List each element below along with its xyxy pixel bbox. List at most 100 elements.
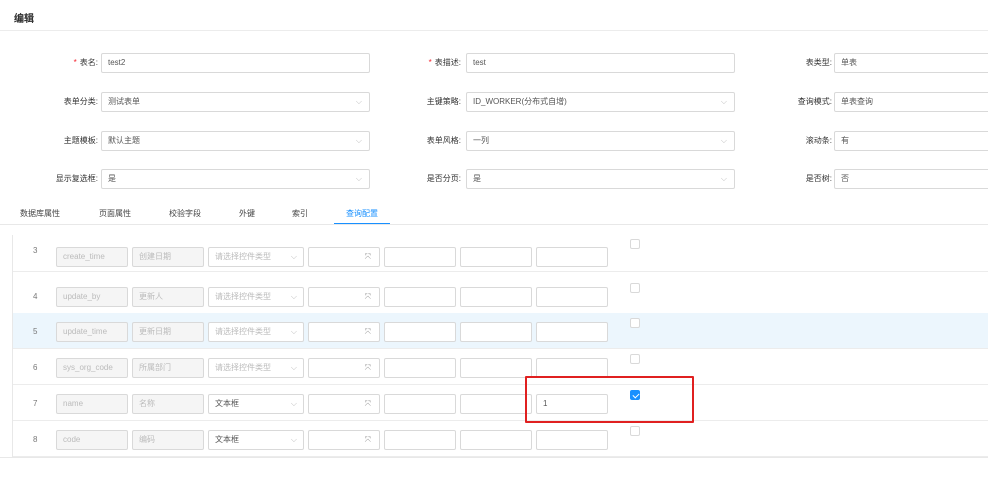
default-value-input[interactable] [536, 358, 608, 378]
expand-icon[interactable]: ⤧ [365, 288, 371, 306]
tab-5[interactable]: 查询配置 [346, 208, 378, 219]
table-name-input[interactable]: test2 [101, 53, 370, 73]
default-value-input[interactable] [536, 322, 608, 342]
chevron-down-icon: ⌵ [290, 327, 297, 336]
expand-icon[interactable]: ⤧ [365, 395, 371, 413]
form-style-label-text: 表单风格: [426, 136, 461, 145]
pk-strategy-select[interactable]: ID_WORKER(分布式自增) ⌵ [466, 92, 735, 112]
form-row: 表单分类: 测试表单 ⌵ 主键策略: ID_WORKER(分布式自增) ⌵ 查询模式: 单表查… [0, 92, 988, 112]
pk-strategy-label: 主键策略: [341, 92, 461, 112]
is-tree-input[interactable]: 否 [834, 169, 988, 189]
enabled-checkbox[interactable] [630, 239, 640, 249]
tab-3[interactable]: 外键 [239, 208, 255, 219]
scrollbar-label-text: 滚动条: [805, 136, 832, 145]
control-type-select[interactable]: 请选择控件类型 ⌵ [208, 322, 304, 342]
dict-text-input[interactable] [460, 358, 532, 378]
query-mode-label-text: 查询模式: [797, 97, 832, 106]
control-type-select[interactable]: 请选择控件类型 ⌵ [208, 358, 304, 378]
enabled-checkbox[interactable] [630, 426, 640, 436]
dict-code-input[interactable] [384, 430, 456, 450]
control-type-select[interactable]: 文本框 ⌵ [208, 394, 304, 414]
control-type-value: 请选择控件类型 [215, 292, 271, 301]
control-type-select[interactable]: 请选择控件类型 ⌵ [208, 247, 304, 267]
is-tree-label: 是否树: [712, 169, 832, 189]
table-type-value: 单表 [841, 58, 857, 67]
control-type-select[interactable]: 请选择控件类型 ⌵ [208, 287, 304, 307]
dict-code-input[interactable] [384, 322, 456, 342]
dict-table-input[interactable]: ⤧ [308, 394, 380, 414]
dict-text-input[interactable] [460, 322, 532, 342]
field-comment-input: 编码 [132, 430, 204, 450]
form-style-select[interactable]: 一列 ⌵ [466, 131, 735, 151]
field-comment-value: 更新日期 [139, 327, 171, 336]
control-type-value: 请选择控件类型 [215, 363, 271, 372]
table-row: 4 update_by 更新人 请选择控件类型 ⌵ ⤧ [13, 278, 988, 314]
dict-text-input[interactable] [460, 287, 532, 307]
dict-text-input[interactable] [460, 430, 532, 450]
row-number: 6 [33, 363, 38, 372]
control-type-select[interactable]: 文本框 ⌵ [208, 430, 304, 450]
field-name-value: sys_org_code [63, 363, 113, 372]
scrollbar-value: 有 [841, 136, 849, 145]
tab-0[interactable]: 数据库属性 [20, 208, 60, 219]
theme-template-select[interactable]: 默认主题 ⌵ [101, 131, 370, 151]
annotation-highlight-box [525, 376, 694, 423]
chevron-down-icon: ⌵ [290, 252, 297, 261]
required-mark: * [73, 58, 77, 67]
theme-template-label-text: 主题模板: [63, 136, 98, 145]
dict-table-input[interactable]: ⤧ [308, 358, 380, 378]
default-value-input[interactable] [536, 287, 608, 307]
expand-icon[interactable]: ⤧ [365, 359, 371, 377]
dict-code-input[interactable] [384, 394, 456, 414]
field-comment-input: 更新日期 [132, 322, 204, 342]
expand-icon[interactable]: ⤧ [365, 323, 371, 341]
tab-1[interactable]: 页面属性 [99, 208, 131, 219]
table-type-input[interactable]: 单表 [834, 53, 988, 73]
row-number: 5 [33, 327, 38, 336]
table-row: 3 create_time 创建日期 请选择控件类型 ⌵ ⤧ [13, 239, 988, 272]
form-category-select[interactable]: 测试表单 ⌵ [101, 92, 370, 112]
query-mode-label: 查询模式: [712, 92, 832, 112]
control-type-value: 请选择控件类型 [215, 327, 271, 336]
dict-table-input[interactable]: ⤧ [308, 287, 380, 307]
table-desc-value: test [473, 58, 486, 67]
theme-template-value: 默认主题 [108, 136, 140, 145]
show-checkbox-label-text: 显示复选框: [55, 174, 98, 183]
form-category-value: 测试表单 [108, 97, 140, 106]
field-name-input: update_by [56, 287, 128, 307]
query-config-grid: #字段名称字段备注控件类型字典Table字典Code字典Text默认值是否启用 … [12, 235, 988, 457]
table-name-value: test2 [108, 58, 126, 67]
dict-table-input[interactable]: ⤧ [308, 322, 380, 342]
default-value-input[interactable] [536, 247, 608, 267]
dict-text-input[interactable] [460, 247, 532, 267]
dict-code-input[interactable] [384, 358, 456, 378]
enabled-checkbox[interactable] [630, 354, 640, 364]
field-name-value: code [63, 435, 81, 444]
tab-4[interactable]: 索引 [292, 208, 308, 219]
show-checkbox-select[interactable]: 是 ⌵ [101, 169, 370, 189]
default-value-input[interactable] [536, 430, 608, 450]
dict-table-input[interactable]: ⤧ [308, 430, 380, 450]
dict-text-input[interactable] [460, 394, 532, 414]
chevron-down-icon: ⌵ [290, 435, 297, 444]
table-row: 7 name 名称 文本框 ⌵ ⤧ 1 [13, 385, 988, 421]
row-number: 7 [33, 399, 38, 408]
scrollbar-input[interactable]: 有 [834, 131, 988, 151]
tab-2[interactable]: 校验字段 [169, 208, 201, 219]
dict-code-input[interactable] [384, 247, 456, 267]
table-desc-input[interactable]: test [466, 53, 735, 73]
dict-code-input[interactable] [384, 287, 456, 307]
query-mode-input[interactable]: 单表查询 [834, 92, 988, 112]
field-comment-input: 更新人 [132, 287, 204, 307]
field-name-value: create_time [63, 252, 105, 261]
expand-icon[interactable]: ⤧ [365, 431, 371, 449]
enabled-checkbox[interactable] [630, 318, 640, 328]
show-checkbox-label: 显示复选框: [0, 169, 98, 189]
chevron-down-icon: ⌵ [290, 363, 297, 372]
enabled-checkbox[interactable] [630, 283, 640, 293]
dict-table-input[interactable]: ⤧ [308, 247, 380, 267]
expand-icon[interactable]: ⤧ [365, 248, 371, 266]
chevron-down-icon: ⌵ [290, 292, 297, 301]
control-type-value: 文本框 [215, 435, 239, 444]
pagination-select[interactable]: 是 ⌵ [466, 169, 735, 189]
